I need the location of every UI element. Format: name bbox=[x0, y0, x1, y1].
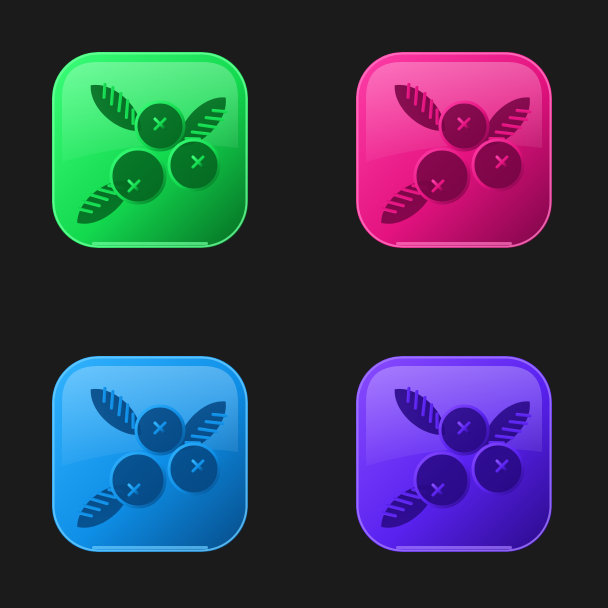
berries-icon-green bbox=[52, 52, 248, 248]
berries-icon-purple bbox=[356, 356, 552, 552]
berry bbox=[471, 442, 525, 496]
berries-icon-pink bbox=[356, 52, 552, 248]
berry bbox=[471, 138, 525, 192]
berry bbox=[167, 442, 221, 496]
berry bbox=[109, 451, 167, 509]
berry bbox=[438, 100, 490, 152]
berry bbox=[413, 147, 471, 205]
berries-icon-blue bbox=[52, 356, 248, 552]
berry bbox=[134, 404, 186, 456]
berry bbox=[167, 138, 221, 192]
berry bbox=[438, 404, 490, 456]
berry bbox=[413, 451, 471, 509]
berry bbox=[109, 147, 167, 205]
berry bbox=[134, 100, 186, 152]
